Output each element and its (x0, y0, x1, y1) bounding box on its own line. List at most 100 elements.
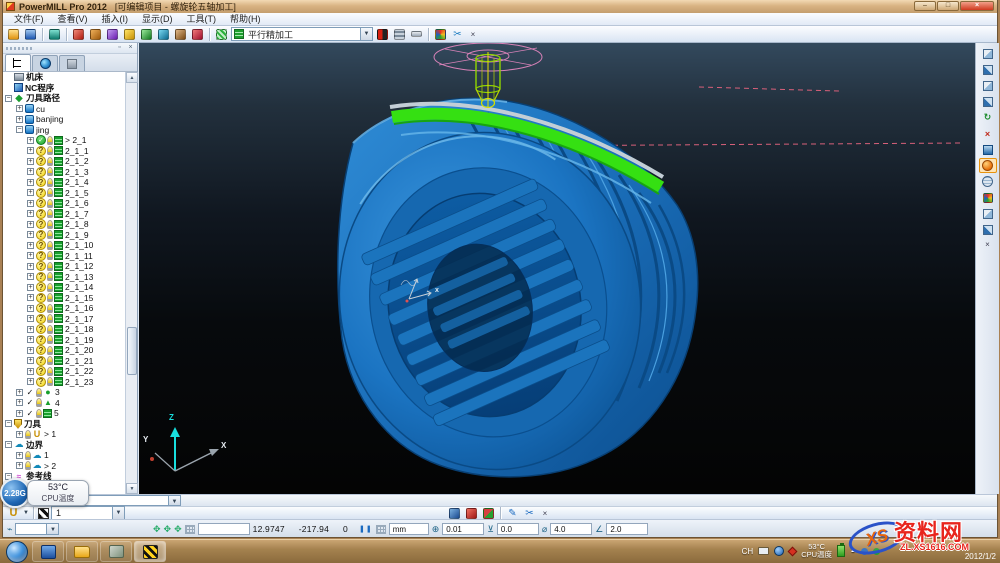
tree-expander[interactable]: + (27, 315, 34, 322)
refresh-view-button[interactable]: ↻ (979, 110, 997, 125)
cpu-gadget[interactable]: 2.28G 53°C CPU温度 (0, 476, 180, 508)
tree-expander[interactable]: − (5, 441, 12, 448)
tree-expander[interactable]: + (27, 168, 34, 175)
tree-expander[interactable]: − (16, 126, 23, 133)
tree-row[interactable]: + ? 2_1_18 (3, 324, 126, 335)
tree-expander[interactable]: + (16, 452, 23, 459)
tree-expander[interactable]: + (16, 410, 23, 417)
viewmill-button[interactable] (47, 27, 62, 41)
tolerance-field[interactable]: 0.01 (442, 523, 484, 535)
view-front-button[interactable] (979, 62, 997, 77)
tree-expander[interactable]: + (27, 137, 34, 144)
tree-expander[interactable]: + (27, 294, 34, 301)
tree-expander[interactable]: + (27, 368, 34, 375)
tab-disabled[interactable] (59, 55, 85, 71)
tray-pin-icon[interactable] (788, 546, 798, 556)
scroll-up-icon[interactable]: ▲ (126, 72, 138, 83)
menu-item[interactable]: 插入(I) (95, 13, 136, 26)
open-project-button[interactable] (6, 27, 21, 41)
tree-row[interactable]: + ☁ > 2 (3, 461, 126, 472)
taskbar-app-game[interactable] (100, 541, 132, 562)
panel-grip[interactable] (6, 47, 32, 50)
toolpath-verify-button[interactable] (375, 27, 390, 41)
tree-row[interactable]: + ? 2_1_23 (3, 377, 126, 388)
tree-expander[interactable]: + (16, 105, 23, 112)
tree-row[interactable]: + ? 2_1_22 (3, 366, 126, 377)
tree-row[interactable]: + ? 2_1_13 (3, 272, 126, 283)
strategy-button-1[interactable] (71, 27, 86, 41)
tree-expander[interactable]: + (27, 210, 34, 217)
minimize-button[interactable]: – (914, 1, 936, 11)
tree-row[interactable]: + ? 2_1_8 (3, 219, 126, 230)
start-button[interactable] (6, 541, 28, 563)
strategy-button-5[interactable] (139, 27, 154, 41)
tree-scrollbar[interactable]: ▲ ▼ (125, 72, 137, 494)
tree-expander[interactable]: + (27, 200, 34, 207)
tree-expander[interactable]: + (16, 116, 23, 123)
strategy-button-3[interactable] (105, 27, 120, 41)
tree-expander[interactable]: + (27, 147, 34, 154)
multicolor-shade-button[interactable] (979, 190, 997, 205)
shaded-view-button[interactable] (979, 158, 997, 173)
tree-expander[interactable]: − (5, 95, 12, 102)
panel-pin-icon[interactable]: ▫ (115, 44, 124, 53)
block-toggle-button[interactable]: × (979, 126, 997, 141)
tree-row[interactable]: 机床 (3, 72, 126, 83)
tree-row[interactable]: + ? 2_1_10 (3, 240, 126, 251)
tree-row[interactable]: + ? 2_1_19 (3, 335, 126, 346)
menu-item[interactable]: 显示(D) (135, 13, 180, 26)
tool-button[interactable]: U (6, 506, 21, 520)
strategy-button-8[interactable] (190, 27, 205, 41)
active-strategy-combo[interactable]: 平行精加工 ▼ (231, 27, 373, 41)
tree-expander[interactable]: + (27, 273, 34, 280)
tool-toolbar-close[interactable]: × (539, 507, 551, 519)
view-rotate-button[interactable] (979, 94, 997, 109)
tree-row[interactable]: − ◆ 刀具路径 (3, 93, 126, 104)
toolbar-close-button[interactable]: × (467, 28, 479, 40)
menu-item[interactable]: 工具(T) (180, 13, 224, 26)
view-iso-button[interactable] (979, 78, 997, 93)
tree-expander[interactable]: + (27, 231, 34, 238)
tree-row[interactable]: + ? 2_1_6 (3, 198, 126, 209)
tool-dropdown-arrow[interactable]: ▼ (23, 510, 29, 516)
tree-row[interactable]: + ? 2_1_14 (3, 282, 126, 293)
tree-row[interactable]: + ? 2_1_2 (3, 156, 126, 167)
tree-expander[interactable]: + (27, 347, 34, 354)
tree-expander[interactable]: + (27, 326, 34, 333)
tool-number-combo[interactable]: 1 ▼ (51, 506, 125, 520)
tree-row[interactable]: + ? 2_1_5 (3, 188, 126, 199)
tree-expander[interactable]: + (27, 378, 34, 385)
tree-expander[interactable]: + (27, 305, 34, 312)
tree-row[interactable]: + ? 2_1_9 (3, 230, 126, 241)
close-button[interactable]: × (960, 1, 994, 11)
ime-indicator[interactable]: CH (742, 547, 754, 556)
tree-row[interactable]: + ? 2_1_16 (3, 303, 126, 314)
tree-row[interactable]: + cu (3, 104, 126, 115)
save-project-button[interactable] (23, 27, 38, 41)
strategy-dropdown-arrow[interactable]: ▼ (360, 28, 372, 40)
tree-expander[interactable]: + (27, 336, 34, 343)
tree-expander[interactable]: + (27, 357, 34, 364)
maximize-button[interactable]: □ (937, 1, 959, 11)
tree-row[interactable]: − ☁ 边界 (3, 440, 126, 451)
panel-close-icon[interactable]: × (126, 44, 135, 53)
flag-green-button[interactable] (481, 506, 496, 520)
menu-item[interactable]: 帮助(H) (223, 13, 268, 26)
tree-row[interactable]: + ✓● 3 (3, 387, 126, 398)
thickness-field[interactable]: 0.0 (497, 523, 539, 535)
calculator-button[interactable] (392, 27, 407, 41)
diameter-field[interactable]: 4.0 (550, 523, 592, 535)
menu-item[interactable]: 查看(V) (51, 13, 95, 26)
taskbar-app-explorer[interactable] (66, 541, 98, 562)
tree-expander[interactable]: + (16, 389, 23, 396)
taskbar-app-powermill[interactable] (134, 541, 166, 562)
tree-row[interactable]: − 刀具 (3, 419, 126, 430)
wireframe-view-button[interactable] (979, 174, 997, 189)
tree-row[interactable]: + U > 1 (3, 429, 126, 440)
tree-expander[interactable]: + (16, 462, 23, 469)
simulate-button[interactable] (433, 27, 448, 41)
tree-expander[interactable]: + (16, 399, 23, 406)
tab-web[interactable] (32, 55, 58, 71)
tree-row[interactable]: + ☁ 1 (3, 450, 126, 461)
tree-row[interactable]: + banjing (3, 114, 126, 125)
